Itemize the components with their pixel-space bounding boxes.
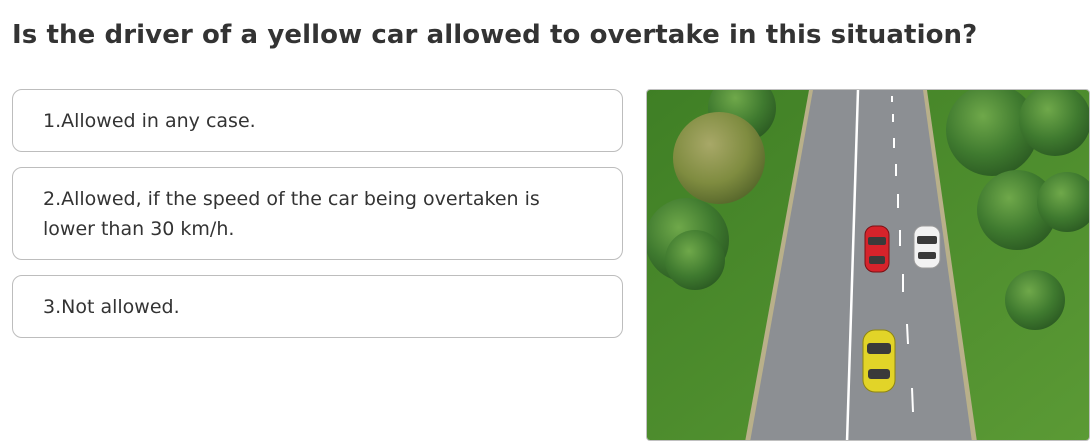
car-icon (862, 329, 896, 393)
answer-list: 1.Allowed in any case. 2.Allowed, if the… (12, 89, 623, 338)
car-icon (913, 225, 941, 269)
car-icon (864, 225, 890, 273)
answer-option-2-label: 2.Allowed, if the speed of the car being… (43, 188, 540, 240)
answer-option-3[interactable]: 3.Not allowed. (12, 275, 623, 338)
answer-option-3-label: 3.Not allowed. (43, 295, 180, 318)
answer-option-1-label: 1.Allowed in any case. (43, 109, 256, 132)
road-scene (647, 90, 1089, 440)
answer-option-2[interactable]: 2.Allowed, if the speed of the car being… (12, 167, 623, 260)
question-page: Is the driver of a yellow car allowed to… (0, 0, 1092, 448)
question-title: Is the driver of a yellow car allowed to… (12, 20, 978, 50)
answer-option-1[interactable]: 1.Allowed in any case. (12, 89, 623, 152)
situation-illustration (646, 89, 1090, 441)
